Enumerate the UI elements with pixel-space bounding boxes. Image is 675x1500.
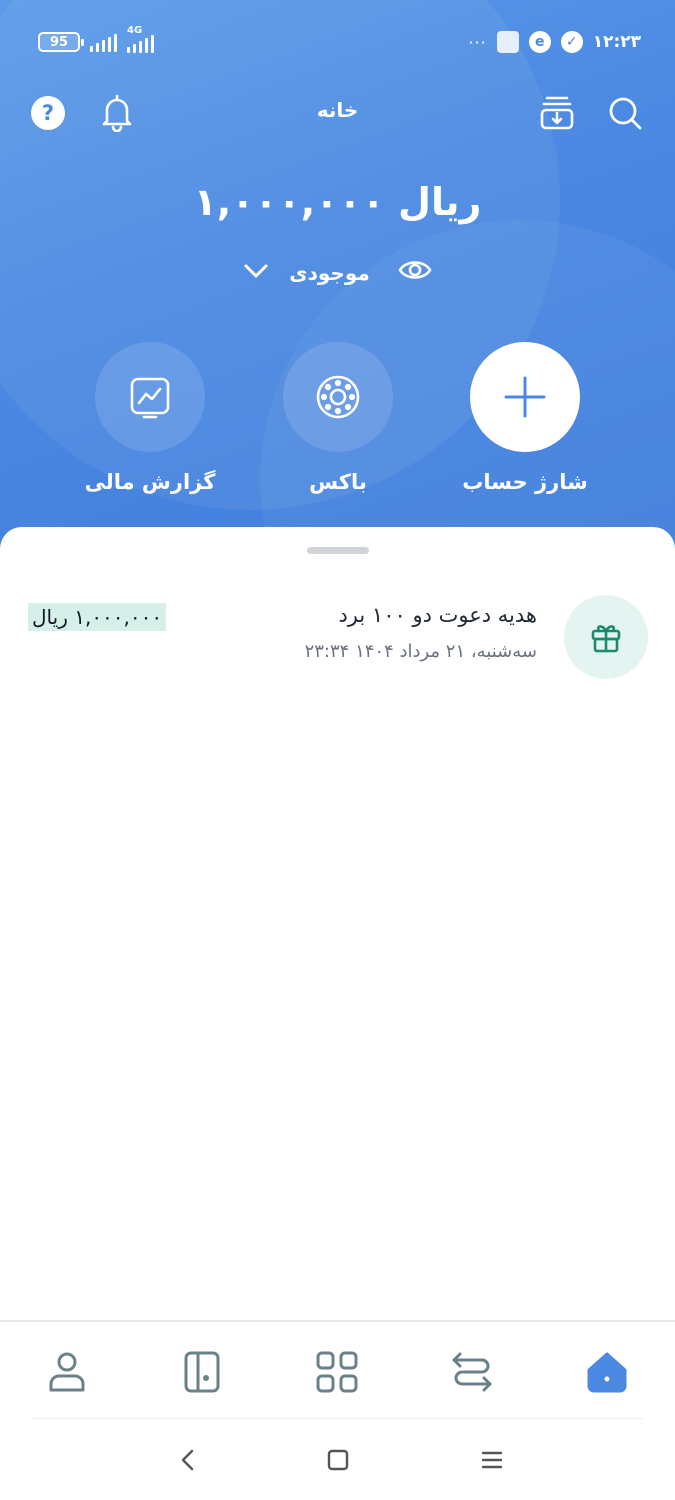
status-bar-left: 95 4G [38,25,154,56]
action-label: شارژ حساب [462,470,588,494]
home-icon[interactable] [583,1348,631,1396]
eye-icon[interactable] [398,258,432,287]
home-system-icon[interactable] [322,1444,354,1476]
app-notification-icon [496,31,519,53]
action-label: باکس [309,470,367,494]
box-circle[interactable] [283,342,393,452]
divider [32,1418,643,1419]
download-tray-icon[interactable] [536,92,578,134]
network-indicator: 4G [127,25,154,53]
chevron-down-icon[interactable] [243,261,269,285]
signal-icon [90,32,117,52]
back-icon[interactable] [172,1444,204,1476]
box-button[interactable]: باکس [253,342,423,494]
search-icon[interactable] [604,92,646,134]
transaction-title: هدیه دعوت دو ۱۰۰ برد [338,603,537,627]
transaction-amount: ۱,۰۰۰,۰۰۰ ریال [28,603,167,631]
cards-icon[interactable] [178,1348,226,1396]
system-nav-bar [0,1430,675,1490]
balance-toggle[interactable]: موجودی [0,258,675,287]
menu-icon[interactable] [476,1444,508,1476]
financial-report-circle[interactable] [95,342,205,452]
shield-check-icon: ✓ [560,31,583,53]
transfer-icon[interactable] [448,1348,496,1396]
profile-icon[interactable] [43,1348,91,1396]
transaction-date: سه‌شنبه، ۲۱ مرداد ۱۴۰۴ ۲۳:۳۴ [304,641,537,662]
charge-account-button[interactable]: شارژ حساب [440,342,610,494]
top-bar: ? خانه [0,88,675,138]
transaction-item[interactable]: هدیه دعوت دو ۱۰۰ برد سه‌شنبه، ۲۱ مرداد ۱… [0,595,675,685]
transactions-sheet: هدیه دعوت دو ۱۰۰ برد سه‌شنبه، ۲۱ مرداد ۱… [0,527,675,1320]
balance-amount: ۱,۰۰۰,۰۰۰ ریال [193,180,482,224]
signal-icon [127,33,154,53]
app-e-icon: e [528,31,551,53]
financial-report-button[interactable]: گزارش مالی [65,342,235,494]
battery-indicator: 95 [38,32,84,52]
clock: ۱۲:۲۳ [592,32,641,52]
gift-icon [564,595,648,679]
more-notifications-icon: ··· [468,32,487,52]
bottom-nav [0,1322,675,1418]
services-icon[interactable] [313,1348,361,1396]
network-label: 4G [127,25,143,36]
balance-label: موجودی [289,260,370,285]
hero-header: 95 4G ··· e ✓ ۱۲:۲۳ ? خانه ۱,۰۰۰,۰۰۰ ریا… [0,0,675,560]
status-bar-right: ··· e ✓ ۱۲:۲۳ [468,28,641,56]
action-label: گزارش مالی [84,470,216,494]
drag-handle[interactable] [307,547,369,554]
charge-account-circle[interactable] [470,342,580,452]
